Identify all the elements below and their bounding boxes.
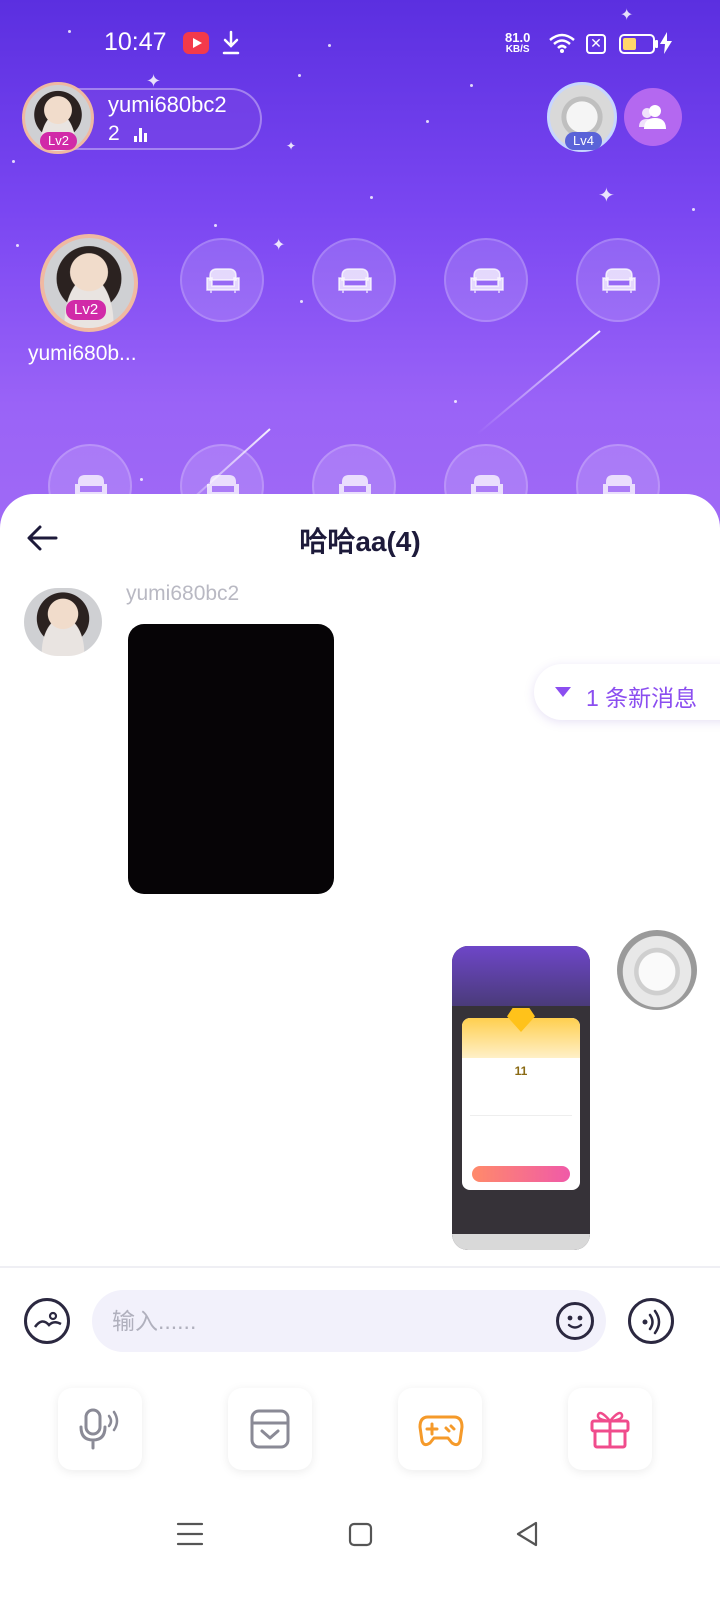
battery-icon	[619, 34, 655, 54]
gamepad-icon	[418, 1415, 464, 1447]
thumb-navbar	[452, 1234, 590, 1250]
net-speed-value: 81.0	[505, 30, 531, 45]
input-divider	[0, 1266, 720, 1268]
game-tool-button[interactable]	[398, 1388, 482, 1470]
star-dot	[692, 208, 695, 211]
star-dot	[12, 160, 15, 163]
seat-1-name: yumi680b...	[28, 342, 137, 365]
empty-seat[interactable]	[444, 238, 528, 322]
sparkle-icon: ✦	[286, 139, 297, 153]
shooting-star	[476, 330, 601, 435]
voice-room-background: ✦ ✦ ✦ ✦ ✦ ✦ 10:47 81.0 KB/S ✕	[0, 0, 720, 540]
host-name: yumi680bc2	[108, 92, 227, 117]
sound-wave-icon	[642, 1309, 661, 1335]
empty-seat[interactable]	[180, 238, 264, 322]
gift-tool-button[interactable]	[568, 1388, 652, 1470]
photo-button[interactable]	[24, 1298, 70, 1344]
battery-tip	[655, 40, 658, 48]
download-icon	[222, 30, 240, 55]
thumb-row	[470, 1102, 572, 1116]
star-dot	[454, 400, 457, 403]
image-icon	[33, 1311, 62, 1328]
room-members-button[interactable]	[624, 88, 682, 146]
sender-avatar[interactable]	[24, 588, 102, 656]
battery-level	[623, 38, 636, 50]
sofa-icon	[338, 268, 372, 293]
empty-seat[interactable]	[576, 238, 660, 322]
chat-header: 哈哈aa(4)	[0, 494, 720, 580]
star-dot	[300, 300, 303, 303]
smiley-icon	[567, 1315, 583, 1329]
voice-input-button[interactable]	[628, 1298, 674, 1344]
sender-name: yumi680bc2	[126, 582, 240, 605]
host-level-badge: Lv2	[40, 132, 77, 150]
sparkle-icon: ✦	[598, 185, 615, 207]
new-message-indicator[interactable]: 1 条新消息	[534, 664, 720, 720]
voice-tool-button[interactable]	[58, 1388, 142, 1470]
owner-level-badge: Lv4	[565, 132, 602, 150]
sofa-icon	[206, 268, 240, 293]
net-speed: 81.0 KB/S	[505, 30, 531, 56]
sofa-icon	[602, 268, 636, 293]
star-dot	[426, 120, 429, 123]
status-bar: 10:47 81.0 KB/S ✕	[0, 0, 720, 88]
star-dot	[140, 478, 143, 481]
star-dot	[214, 224, 217, 227]
youtube-icon	[183, 32, 209, 54]
status-time: 10:47	[104, 28, 167, 56]
sparkle-icon: ✦	[272, 237, 286, 254]
thumb-button	[472, 1166, 570, 1182]
back-triangle-icon	[516, 1521, 538, 1547]
chat-title: 哈哈aa(4)	[299, 526, 421, 557]
sofa-icon	[470, 268, 504, 293]
empty-seat[interactable]	[312, 238, 396, 322]
thumb-header	[452, 946, 590, 1006]
screenshot-message[interactable]: 11	[452, 946, 590, 1250]
message-input[interactable]	[92, 1290, 606, 1352]
thumb-card: 11	[462, 1008, 580, 1190]
online-count: 2	[108, 122, 120, 145]
sim-icon: ✕	[586, 34, 606, 54]
mic-icon	[79, 1408, 119, 1450]
gift-icon	[590, 1411, 630, 1449]
menu-nav-button[interactable]	[170, 1514, 210, 1554]
star-dot	[370, 196, 373, 199]
star-dot	[16, 244, 19, 247]
back-nav-button[interactable]	[508, 1514, 548, 1554]
my-avatar[interactable]	[617, 930, 697, 1010]
thumb-value: 11	[514, 1064, 528, 1078]
home-nav-button[interactable]	[340, 1514, 380, 1554]
wifi-icon	[549, 33, 575, 53]
emoji-button[interactable]	[556, 1302, 594, 1340]
chat-panel: 哈哈aa(4) yumi680bc2 1 条新消息 11	[0, 494, 720, 1600]
new-message-text: 1 条新消息	[586, 685, 698, 711]
album-icon	[250, 1409, 290, 1449]
menu-icon	[176, 1522, 204, 1546]
caret-down-icon	[555, 687, 571, 697]
net-speed-unit: KB/S	[505, 44, 530, 55]
users-icon	[639, 105, 666, 129]
signal-bars-icon	[134, 128, 150, 142]
image-message[interactable]	[128, 624, 334, 894]
charging-icon	[660, 32, 672, 54]
home-square-icon	[348, 1522, 373, 1547]
album-tool-button[interactable]	[228, 1388, 312, 1470]
system-nav-bar	[0, 1496, 720, 1600]
seat-1-level-badge: Lv2	[66, 300, 107, 320]
